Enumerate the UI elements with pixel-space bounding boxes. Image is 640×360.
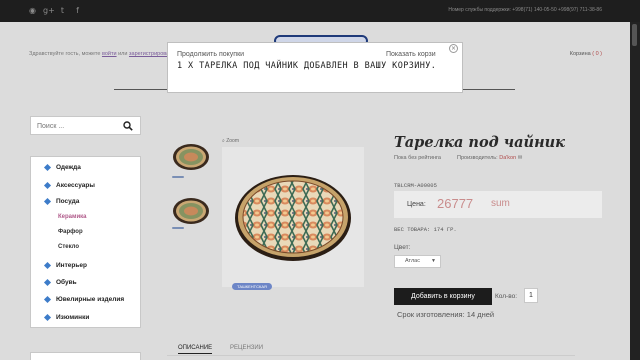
popup-message: 1 X ТАРЕЛКА ПОД ЧАЙНИК ДОБАВЛЕН В ВАШУ К… (177, 61, 437, 71)
category-highlights[interactable]: Изюминки (43, 313, 90, 322)
subcategory-glass[interactable]: Стекло (58, 244, 79, 250)
search-input[interactable] (37, 120, 117, 132)
add-to-cart-button[interactable]: Добавить в корзину (394, 288, 492, 305)
lead-time: Срок изготовления: 14 дней (397, 310, 495, 319)
product-maker: Производитель: Da'kon ✉ (457, 155, 522, 161)
category-label: Ювелирные изделия (56, 296, 125, 303)
category-label: Аксессуары (56, 182, 95, 189)
tab-description[interactable]: ОПИСАНИЕ (178, 345, 213, 354)
google-plus-icon[interactable]: g+ (43, 5, 55, 16)
maker-link[interactable]: Da'kon (499, 155, 516, 161)
brand-tag: ТАШКЕНТСКАЯ (232, 283, 272, 290)
plate-image (235, 175, 351, 261)
cart-label: Корзина (569, 51, 591, 57)
product-sku: TBLCRM-A00005 (394, 182, 437, 189)
close-icon[interactable]: × (449, 44, 458, 53)
maker-label: Производитель: (457, 155, 498, 161)
product-title: Тарелка под чайник (394, 134, 565, 151)
thumbnail-indicator (172, 176, 184, 178)
tabs-divider (167, 355, 575, 356)
diamond-icon (43, 278, 52, 287)
zoom-label: Zoom (226, 138, 239, 144)
price-label: Цена: (407, 201, 426, 208)
search-icon[interactable] (123, 121, 133, 131)
category-shoes[interactable]: Обувь (43, 278, 77, 287)
category-menu: Одежда Аксессуары Посуда Керамика Фарфор… (30, 156, 141, 328)
show-cart-link[interactable]: Показать корзи (386, 51, 436, 58)
product-weight: ВЕС ТОВАРА: 174 ГР. (394, 226, 457, 233)
diamond-icon (43, 313, 52, 322)
diamond-icon (43, 163, 52, 172)
color-select[interactable]: Атлас ▼ (394, 255, 441, 268)
product-rating: Пока без рейтинга (394, 155, 441, 161)
category-label: Обувь (56, 279, 77, 286)
cart-link[interactable]: Корзина ( 0 ) (570, 51, 602, 57)
support-phone: Номер службы поддержки: +998(71) 140-05-… (448, 7, 602, 13)
category-dishes[interactable]: Посуда (43, 197, 80, 206)
diamond-icon (43, 181, 52, 190)
continue-shopping-link[interactable]: Продолжить покупки (177, 51, 244, 58)
zoom-control[interactable]: ⌕ Zoom (222, 138, 239, 144)
product-thumbnail[interactable] (170, 142, 212, 172)
cart-count: ( 0 ) (592, 51, 602, 57)
price-currency: sum (491, 198, 510, 209)
greeting: Здравствуйте гость, можете войти или зар… (29, 51, 180, 57)
price-value: 26777 (437, 196, 474, 211)
quantity-input[interactable]: 1 (524, 288, 538, 303)
category-clothes[interactable]: Одежда (43, 163, 81, 172)
product-main-image[interactable] (222, 147, 364, 287)
scrollbar[interactable] (630, 22, 640, 360)
category-accessories[interactable]: Аксессуары (43, 181, 95, 190)
greeting-or: или (118, 51, 128, 57)
color-select-value: Атлас (405, 258, 420, 264)
thumbnail-indicator (172, 227, 184, 229)
top-bar: ◉ g+ t f Номер службы поддержки: +998(71… (0, 0, 640, 22)
product-thumbnail[interactable] (170, 196, 212, 226)
category-label: Интерьер (56, 262, 87, 269)
zoom-icon: ⌕ (222, 138, 225, 144)
login-link[interactable]: войти (102, 51, 117, 57)
greeting-text: Здравствуйте гость, можете (29, 51, 101, 57)
facebook-icon[interactable]: f (73, 5, 82, 16)
mail-icon[interactable]: ✉ (518, 155, 523, 161)
scrollbar-thumb[interactable] (632, 24, 637, 46)
added-to-cart-popup: Продолжить покупки Показать корзи × 1 X … (167, 42, 463, 93)
subcategory-ceramics[interactable]: Керамика (58, 214, 86, 220)
social-links: ◉ g+ t f (28, 5, 82, 16)
category-label: Одежда (56, 164, 81, 171)
sidebar-secondary-panel (30, 352, 141, 360)
category-interior[interactable]: Интерьер (43, 261, 87, 270)
rss-icon[interactable]: ◉ (28, 5, 37, 16)
quantity-label: Кол-во: (495, 293, 518, 300)
category-label: Посуда (56, 198, 80, 205)
diamond-icon (43, 261, 52, 270)
category-label: Изюминки (56, 314, 90, 321)
tab-reviews[interactable]: РЕЦЕНЗИИ (230, 345, 263, 351)
diamond-icon (43, 197, 52, 206)
twitter-icon[interactable]: t (58, 5, 67, 16)
diamond-icon (43, 295, 52, 304)
price-box: Цена: 26777 sum (394, 191, 602, 218)
subcategory-porcelain[interactable]: Фарфор (58, 229, 83, 235)
chevron-down-icon: ▼ (431, 258, 436, 264)
color-label: Цвет: (394, 244, 411, 251)
category-jewelry[interactable]: Ювелирные изделия (43, 295, 125, 304)
search-box (30, 116, 141, 135)
